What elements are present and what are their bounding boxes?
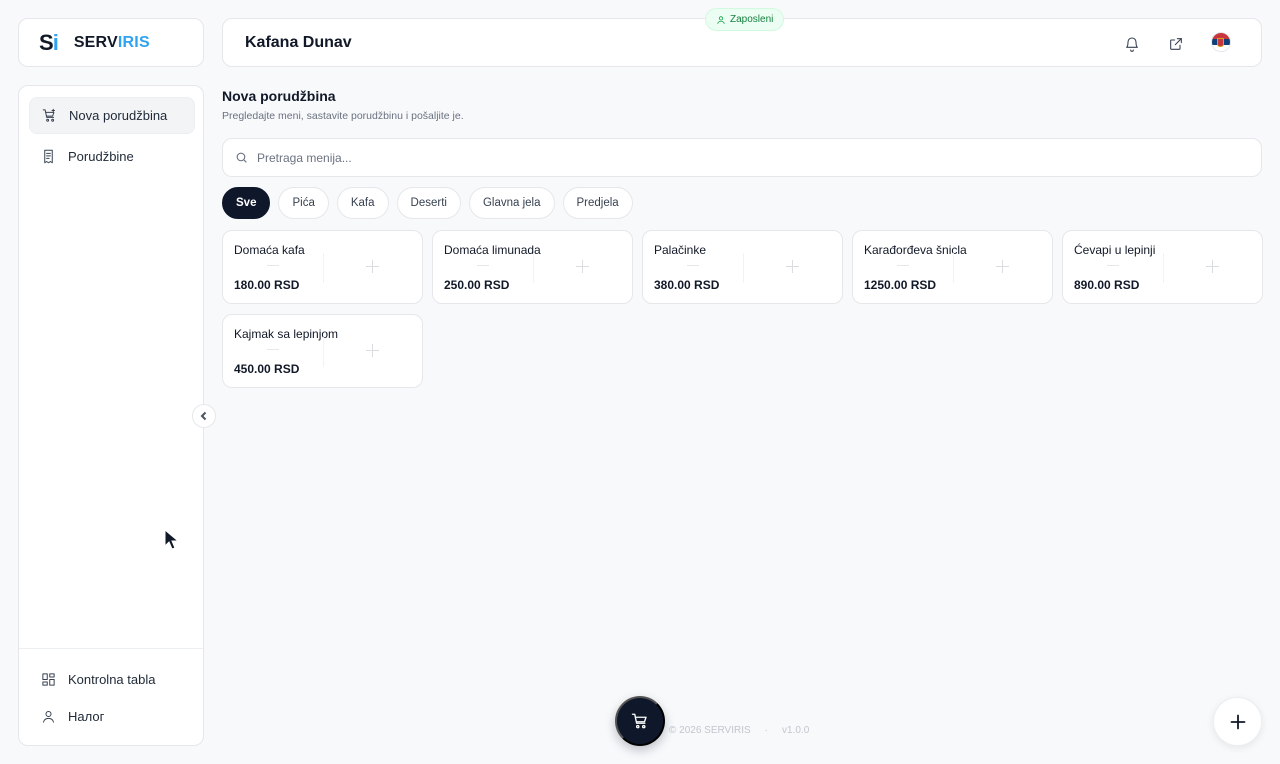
menu-item-name: Palačinke xyxy=(654,243,707,257)
sidebar-collapse-button[interactable] xyxy=(192,404,216,428)
card-divider xyxy=(533,253,534,283)
plus-icon xyxy=(1230,714,1245,729)
filter-chip-pica[interactable]: Pića xyxy=(278,187,329,219)
search-input[interactable] xyxy=(257,150,1217,165)
footer-separator: · xyxy=(764,725,769,736)
menu-item-card[interactable]: Ćevapi u lepinji 890.00 RSD xyxy=(1062,230,1263,304)
filter-chip-sve[interactable]: Sve xyxy=(222,187,271,219)
add-button[interactable] xyxy=(1213,697,1262,746)
menu-item-price: 450.00 RSD xyxy=(234,362,300,376)
filter-chip-predjela[interactable]: Predjela xyxy=(562,187,633,219)
bell-icon xyxy=(1126,37,1138,52)
increase-quantity-button[interactable] xyxy=(576,260,589,273)
sidebar-divider xyxy=(19,648,203,649)
footer-version: v1.0.0 xyxy=(782,725,810,736)
decrease-quantity-button[interactable] xyxy=(1107,265,1119,266)
sidebar-item-label: Налог xyxy=(68,709,105,724)
dashboard-icon xyxy=(40,672,56,688)
logo-mark: Si xyxy=(39,29,59,55)
increase-quantity-button[interactable] xyxy=(366,344,379,357)
menu-item-price: 380.00 RSD xyxy=(654,278,720,292)
decrease-quantity-button[interactable] xyxy=(687,265,699,266)
menu-item-name: Domaća kafa xyxy=(234,243,305,257)
footer: © 2026 SERVIRIS · v1.0.0 xyxy=(669,725,809,736)
user-icon xyxy=(717,15,725,24)
card-divider xyxy=(743,253,744,283)
footer-copyright: © 2026 SERVIRIS xyxy=(669,725,751,736)
cart-icon xyxy=(631,713,647,729)
venue-name: Kafana Dunav xyxy=(245,33,352,51)
filter-chip-glavna-jela[interactable]: Glavna jela xyxy=(468,187,555,219)
card-divider xyxy=(953,253,954,283)
increase-quantity-button[interactable] xyxy=(996,260,1009,273)
category-filters: Sve Pića Kafa Deserti Glavna jela Predje… xyxy=(222,187,633,219)
sidebar-item-label: Kontrolna tabla xyxy=(68,672,156,687)
menu-item-price: 890.00 RSD xyxy=(1074,278,1140,292)
cart-plus-icon xyxy=(41,108,57,124)
sidebar-item-porudzbine[interactable]: Porudžbine xyxy=(29,138,195,175)
mouse-cursor-icon xyxy=(164,529,180,550)
open-external-button[interactable] xyxy=(1166,34,1186,54)
card-divider xyxy=(323,337,324,367)
user-icon xyxy=(40,709,56,725)
menu-item-card[interactable]: Domaća limunada 250.00 RSD xyxy=(432,230,633,304)
sidebar-item-nalog[interactable]: Налог xyxy=(29,698,195,735)
menu-item-card[interactable]: Domaća kafa 180.00 RSD xyxy=(222,230,423,304)
menu-item-name: Domaća limunada xyxy=(444,243,541,257)
search-icon xyxy=(236,152,247,163)
role-badge: Zaposleni xyxy=(705,8,785,31)
menu-item-card[interactable]: Karađorđeva šnicla 1250.00 RSD xyxy=(852,230,1053,304)
role-badge-label: Zaposleni xyxy=(730,14,774,25)
search-box[interactable] xyxy=(222,138,1262,177)
increase-quantity-button[interactable] xyxy=(1206,260,1219,273)
card-divider xyxy=(323,253,324,283)
external-link-icon xyxy=(1170,38,1182,50)
notifications-button[interactable] xyxy=(1122,34,1142,54)
increase-quantity-button[interactable] xyxy=(786,260,799,273)
increase-quantity-button[interactable] xyxy=(366,260,379,273)
sidebar-item-kontrolna-tabla[interactable]: Kontrolna tabla xyxy=(29,661,195,698)
filter-chip-kafa[interactable]: Kafa xyxy=(336,187,389,219)
card-divider xyxy=(1163,253,1164,283)
receipt-icon xyxy=(40,149,56,165)
decrease-quantity-button[interactable] xyxy=(267,265,279,266)
page-subtitle: Pregledajte meni, sastavite porudžbinu i… xyxy=(222,110,464,122)
sidebar-item-label: Nova porudžbina xyxy=(69,108,168,123)
menu-item-price: 180.00 RSD xyxy=(234,278,300,292)
logo[interactable]: Si SERVIRIS xyxy=(18,18,204,67)
sidebar: Nova porudžbina Porudžbine Kontrolna tab… xyxy=(18,85,204,746)
menu-item-price: 250.00 RSD xyxy=(444,278,510,292)
menu-item-price: 1250.00 RSD xyxy=(864,278,937,292)
menu-item-name: Karađorđeva šnicla xyxy=(864,243,967,257)
decrease-quantity-button[interactable] xyxy=(897,265,909,266)
menu-item-card[interactable]: Palačinke 380.00 RSD xyxy=(642,230,843,304)
menu-grid: Domaća kafa 180.00 RSD Domaća limunada 2… xyxy=(222,230,1263,388)
sidebar-item-label: Porudžbine xyxy=(68,149,134,164)
menu-item-name: Ćevapi u lepinji xyxy=(1074,243,1156,257)
logo-text: SERVIRIS xyxy=(73,33,150,51)
serbia-flag-icon[interactable] xyxy=(1211,32,1231,52)
decrease-quantity-button[interactable] xyxy=(267,349,279,350)
filter-chip-deserti[interactable]: Deserti xyxy=(396,187,461,219)
chevron-left-icon xyxy=(200,411,207,421)
menu-item-card[interactable]: Kajmak sa lepinjom 450.00 RSD xyxy=(222,314,423,388)
page-title: Nova porudžbina xyxy=(222,88,336,104)
decrease-quantity-button[interactable] xyxy=(477,265,489,266)
cart-button[interactable] xyxy=(615,696,665,746)
sidebar-item-nova-porudzbina[interactable]: Nova porudžbina xyxy=(29,97,195,134)
